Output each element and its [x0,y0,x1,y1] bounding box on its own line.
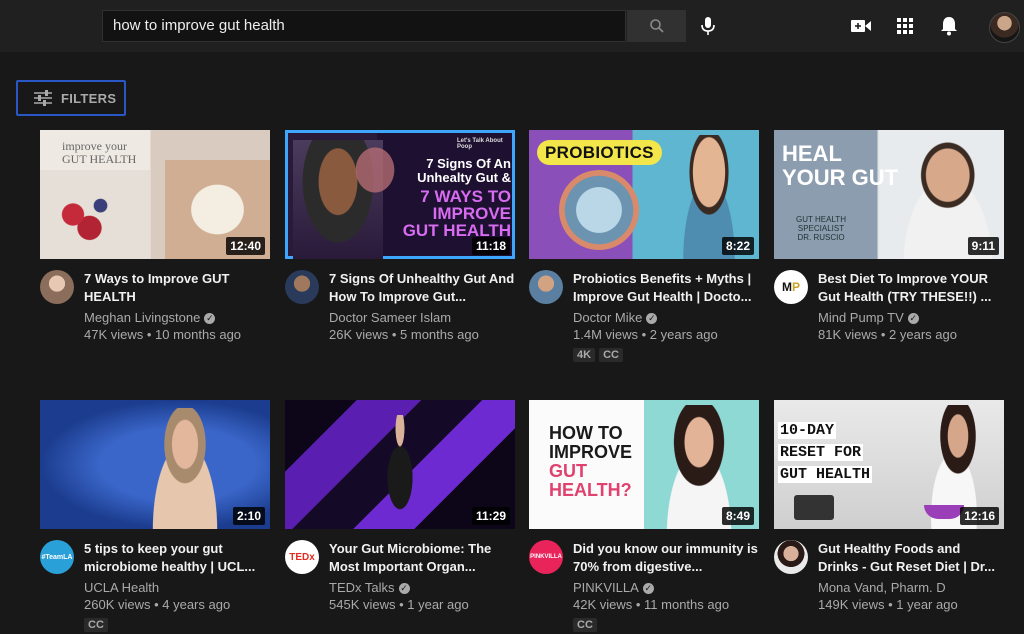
video-stats: 26K views • 5 months ago [329,327,479,342]
thumbnail-text: PROBIOTICS [537,140,662,165]
search-icon [649,19,664,33]
video-stats: 1.4M views • 2 years ago [573,327,718,342]
apps-grid-icon [897,18,913,34]
filters-label: FILTERS [61,90,117,106]
video-card[interactable]: Let's Talk About Poop 7 Signs Of An Unhea… [285,130,515,342]
video-card[interactable]: PROBIOTICS 8:22 Probiotics Benefits + My… [529,130,759,362]
verified-check-icon: ✓ [646,313,658,325]
video-stats: 42K views • 11 months ago [573,597,730,612]
channel-avatar[interactable]: TEDx [285,540,319,574]
channel-avatar[interactable]: PINKVILLA [529,540,563,574]
verified-check-icon: ✓ [907,313,919,325]
badge-row: 4K CC [573,348,759,362]
thumbnail-text: improve your GUT HEALTH [62,139,137,166]
badge-row: CC [84,618,270,632]
video-duration: 9:11 [967,237,999,255]
channel-name[interactable]: UCLA Health [84,579,270,596]
channel-name[interactable]: Meghan Livingstone ✓ [84,309,270,326]
channel-name[interactable]: TEDx Talks ✓ [329,579,515,596]
thumbnail-text: HOW TO IMPROVE GUT HEALTH? [549,423,633,500]
video-thumbnail[interactable]: Let's Talk About Poop 7 Signs Of An Unhea… [285,130,515,259]
video-duration: 8:22 [721,237,754,255]
video-title[interactable]: Best Diet To Improve YOUR Gut Health (TR… [818,270,1004,306]
create-video-button[interactable] [849,14,873,38]
masthead: how to improve gut health [0,0,1024,52]
video-title[interactable]: Your Gut Microbiome: The Most Important … [329,540,515,576]
thumbnail-text: HEAL YOUR GUT [782,141,899,190]
apps-button[interactable] [893,14,917,38]
video-title[interactable]: Probiotics Benefits + Myths | Improve Gu… [573,270,759,306]
account-avatar[interactable] [989,12,1020,43]
video-thumbnail[interactable]: 11:29 [285,400,515,529]
channel-name[interactable]: Mona Vand, Pharm. D [818,579,1004,596]
video-thumbnail[interactable]: PROBIOTICS 8:22 [529,130,759,259]
thumbnail-text: GUT HEALTH SPECIALIST DR. RUSCIO [796,215,846,242]
video-stats: 545K views • 1 year ago [329,597,469,612]
video-title[interactable]: 5 tips to keep your gut microbiome healt… [84,540,270,576]
bell-icon [941,17,957,36]
channel-avatar[interactable] [285,270,319,304]
channel-name[interactable]: Mind Pump TV ✓ [818,309,1004,326]
thumbnail-text: Let's Talk About Poop [457,138,503,150]
microphone-icon [701,17,715,35]
channel-avatar[interactable] [529,270,563,304]
video-card[interactable]: 11:29 TEDx Your Gut Microbiome: The Most… [285,400,515,612]
badge-cc: CC [84,618,108,632]
search-button[interactable] [627,10,686,42]
voice-search-button[interactable] [696,14,720,38]
video-thumbnail[interactable]: 10-DAY RESET FOR GUT HEALTH 12:16 [774,400,1004,529]
channel-avatar[interactable] [40,270,74,304]
badge-cc: CC [599,348,623,362]
video-duration: 12:16 [960,507,999,525]
verified-check-icon: ✓ [398,583,410,595]
video-thumbnail[interactable]: HEAL YOUR GUT GUT HEALTH SPECIALIST DR. RUS… [774,130,1004,259]
badge-cc: CC [573,618,597,632]
video-title[interactable]: 7 Ways to Improve GUT HEALTH [84,270,270,306]
video-card[interactable]: 10-DAY RESET FOR GUT HEALTH 12:16 Gut Heal… [774,400,1004,612]
video-thumbnail[interactable]: 2:10 [40,400,270,529]
thumbnail-text: 7 WAYS TO IMPROVE GUT HEALTH [402,187,511,240]
video-card[interactable]: HEAL YOUR GUT GUT HEALTH SPECIALIST DR. RUS… [774,130,1004,342]
video-stats: 81K views • 2 years ago [818,327,957,342]
video-duration: 11:29 [471,507,510,525]
thumbnail-text: 10-DAY RESET FOR GUT HEALTH [778,422,873,483]
channel-avatar[interactable]: #TeamLA [40,540,74,574]
channel-name[interactable]: Doctor Mike ✓ [573,309,759,326]
notifications-button[interactable] [937,14,961,38]
video-title[interactable]: Did you know our immunity is 70% from di… [573,540,759,576]
video-duration: 8:49 [721,507,754,525]
search-input[interactable]: how to improve gut health [102,10,626,42]
video-duration: 2:10 [232,507,265,525]
verified-check-icon: ✓ [204,313,216,325]
video-duration: 11:18 [471,237,510,255]
badge-4k: 4K [573,348,596,362]
video-stats: 47K views • 10 months ago [84,327,242,342]
channel-name[interactable]: PINKVILLA ✓ [573,579,759,596]
video-stats: 149K views • 1 year ago [818,597,958,612]
filters-button[interactable]: FILTERS [16,80,126,116]
channel-avatar[interactable]: MP [774,270,808,304]
filter-sliders-icon [34,90,52,106]
video-camera-icon [851,20,871,32]
video-card[interactable]: 2:10 #TeamLA 5 tips to keep your gut mic… [40,400,270,632]
video-thumbnail[interactable]: HOW TO IMPROVE GUT HEALTH? 8:49 [529,400,759,529]
video-stats: 260K views • 4 years ago [84,597,231,612]
thumbnail-text: 7 Signs Of An Unhealty Gut & [417,156,511,185]
channel-name[interactable]: Doctor Sameer Islam [329,309,515,326]
verified-check-icon: ✓ [642,583,654,595]
channel-avatar[interactable] [774,540,808,574]
video-title[interactable]: Gut Healthy Foods and Drinks - Gut Reset… [818,540,1004,576]
video-card[interactable]: improve your GUT HEALTH 12:40 7 Ways to I… [40,130,270,342]
badge-row: CC [573,618,759,632]
video-duration: 12:40 [226,237,265,255]
video-card[interactable]: HOW TO IMPROVE GUT HEALTH? 8:49 PINKVILLA D… [529,400,759,632]
video-title[interactable]: 7 Signs Of Unhealthy Gut And How To Impr… [329,270,515,306]
video-thumbnail[interactable]: improve your GUT HEALTH 12:40 [40,130,270,259]
